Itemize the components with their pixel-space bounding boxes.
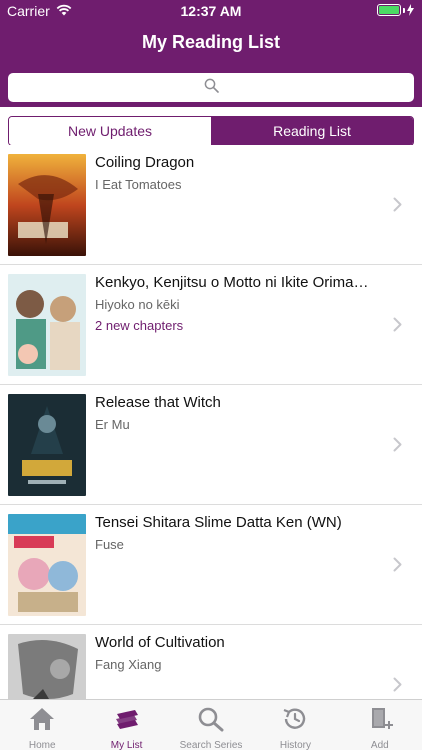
tab-history[interactable]: History — [253, 700, 337, 750]
tab-bar: Home My List Search Series History Add — [0, 699, 422, 750]
cover-image — [8, 634, 86, 699]
list-item[interactable]: Release that Witch Er Mu — [0, 385, 422, 505]
reading-list: Coiling Dragon I Eat Tomatoes Kenkyo, Ke… — [0, 145, 422, 699]
navigation-header: Carrier 12:37 AM My Reading List — [0, 0, 422, 107]
add-book-icon — [366, 706, 394, 737]
list-item[interactable]: Coiling Dragon I Eat Tomatoes — [0, 145, 422, 265]
series-author: Hiyoko no kēki — [95, 297, 180, 312]
books-icon — [113, 706, 141, 737]
segment-reading-list[interactable]: Reading List — [211, 117, 413, 145]
search-icon — [197, 706, 225, 737]
series-title: Kenkyo, Kenjitsu o Motto ni Ikite Orima… — [95, 274, 369, 291]
new-chapters-label: 2 new chapters — [95, 318, 184, 333]
tab-label: Home — [28, 740, 56, 750]
list-segmented-control: New Updates Reading List — [8, 116, 414, 146]
charging-icon — [407, 4, 414, 16]
series-author: I Eat Tomatoes — [95, 177, 182, 192]
page-title: My Reading List — [141, 32, 280, 52]
series-author: Fuse — [95, 537, 124, 552]
tab-my-list[interactable]: My List — [84, 700, 168, 750]
tab-home[interactable]: Home — [0, 700, 84, 750]
series-author: Er Mu — [95, 417, 130, 432]
list-item[interactable]: World of Cultivation Fang Xiang — [0, 625, 422, 699]
tab-label: Search Series — [179, 740, 243, 750]
cover-image — [8, 514, 86, 616]
series-author: Fang Xiang — [95, 657, 162, 672]
tab-label: History — [279, 740, 311, 750]
series-title: Tensei Shitara Slime Datta Ken (WN) — [95, 514, 342, 531]
status-time: 12:37 AM — [180, 3, 242, 19]
tab-add[interactable]: Add — [338, 700, 422, 750]
chevron-right-icon — [393, 437, 402, 457]
tab-search-series[interactable]: Search Series — [169, 700, 253, 750]
battery-level — [379, 6, 399, 14]
chevron-right-icon — [393, 197, 402, 217]
tab-label: Add — [370, 740, 389, 750]
history-icon — [281, 706, 309, 737]
series-title: Coiling Dragon — [95, 154, 195, 171]
search-icon — [204, 78, 219, 98]
cover-image — [8, 274, 86, 376]
segment-new-updates[interactable]: New Updates — [9, 117, 211, 145]
battery-icon — [377, 4, 414, 16]
tab-label: My List — [110, 740, 143, 750]
cover-image — [8, 394, 86, 496]
chevron-right-icon — [393, 557, 402, 577]
list-item[interactable]: Tensei Shitara Slime Datta Ken (WN) Fuse — [0, 505, 422, 625]
chevron-right-icon — [393, 317, 402, 337]
search-input[interactable] — [8, 73, 414, 102]
series-title: World of Cultivation — [95, 634, 225, 651]
home-icon — [28, 706, 56, 737]
list-item[interactable]: Kenkyo, Kenjitsu o Motto ni Ikite Orima…… — [0, 265, 422, 385]
chevron-right-icon — [393, 677, 402, 697]
series-title: Release that Witch — [95, 394, 221, 411]
status-bar: Carrier 12:37 AM — [0, 0, 422, 22]
cover-image — [8, 154, 86, 256]
